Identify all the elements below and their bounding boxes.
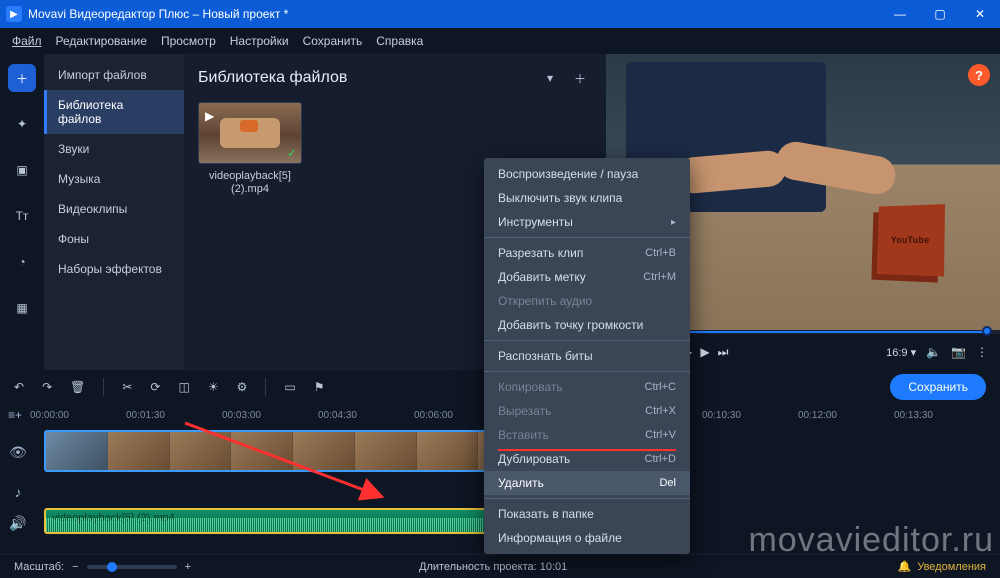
sidenav-import[interactable]: Импорт файлов bbox=[44, 60, 184, 90]
rail-filters-icon[interactable]: ✦ bbox=[8, 110, 36, 138]
sidenav-backgrounds[interactable]: Фоны bbox=[44, 224, 184, 254]
ctx-play-pause[interactable]: Воспроизведение / пауза bbox=[484, 162, 690, 186]
rail-titles-icon[interactable]: Tᴛ bbox=[8, 202, 36, 230]
media-thumbnail[interactable]: ▶ videoplayback[5] (2).mp4 bbox=[198, 102, 302, 196]
add-media-icon[interactable]: ＋ bbox=[568, 66, 592, 90]
annotation-underline bbox=[498, 449, 676, 451]
ctx-detach-audio: Открепить аудио bbox=[484, 289, 690, 313]
scale-label: Масштаб: bbox=[14, 561, 64, 573]
watermark-text: movavieditor.ru bbox=[748, 521, 994, 560]
video-track-icon[interactable]: 👁 bbox=[0, 426, 36, 478]
rail-import-icon[interactable]: ＋ bbox=[8, 64, 36, 92]
thumbnail-caption-l2: (2).mp4 bbox=[198, 183, 302, 196]
window-title: Movavi Видеоредактор Плюс – Новый проект… bbox=[28, 7, 288, 21]
color-icon[interactable]: ☀ bbox=[208, 380, 219, 394]
linked-audio-track-icon[interactable]: ♪ bbox=[0, 478, 36, 506]
ctx-copy: КопироватьCtrl+C bbox=[484, 375, 690, 399]
add-track-icon[interactable]: ≡+ bbox=[0, 404, 30, 426]
help-button[interactable]: ? bbox=[968, 64, 990, 86]
redo-icon[interactable]: ↷ bbox=[42, 380, 52, 394]
thumbnail-caption-l1: videoplayback[5] bbox=[198, 170, 302, 183]
ctx-tools[interactable]: Инструменты▸ bbox=[484, 210, 690, 234]
ctx-delete[interactable]: УдалитьDel bbox=[484, 471, 690, 495]
window-minimize-button[interactable]: — bbox=[880, 0, 920, 28]
ctx-paste: ВставитьCtrl+V bbox=[484, 423, 690, 447]
preview-cube: YouTube bbox=[877, 204, 945, 276]
ctx-cut: ВырезатьCtrl+X bbox=[484, 399, 690, 423]
duration-label: Длительность проекта: bbox=[419, 561, 537, 573]
zoom-slider[interactable] bbox=[87, 565, 177, 569]
snapshot-icon[interactable]: 📷 bbox=[951, 345, 966, 359]
window-maximize-button[interactable]: ▢ bbox=[920, 0, 960, 28]
menu-save[interactable]: Сохранить bbox=[303, 34, 363, 48]
preview-more-icon[interactable]: ⋮ bbox=[976, 345, 988, 359]
thumbnail-play-icon: ▶ bbox=[205, 109, 214, 123]
step-fwd-icon[interactable]: ▶ bbox=[700, 345, 709, 359]
menu-view[interactable]: Просмотр bbox=[161, 34, 216, 48]
filter-icon[interactable]: ▾ bbox=[538, 66, 562, 90]
rail-stickers-icon[interactable]: ◔ bbox=[8, 248, 36, 276]
adjust-icon[interactable]: ⚙ bbox=[237, 380, 248, 394]
chevron-right-icon: ▸ bbox=[671, 217, 676, 228]
ctx-detect-beats[interactable]: Распознать биты bbox=[484, 344, 690, 368]
notifications-button[interactable]: 🔔Уведомления bbox=[898, 560, 986, 573]
rail-transitions-icon[interactable]: ▣ bbox=[8, 156, 36, 184]
ctx-add-vol-point[interactable]: Добавить точку громкости bbox=[484, 313, 690, 337]
ctx-show-in-folder[interactable]: Показать в папке bbox=[484, 502, 690, 526]
delete-icon[interactable]: 🗑 bbox=[70, 380, 85, 394]
cut-icon[interactable]: ✂ bbox=[122, 380, 132, 394]
sidenav-effectsets[interactable]: Наборы эффектов bbox=[44, 254, 184, 284]
window-close-button[interactable]: ✕ bbox=[960, 0, 1000, 28]
menu-help[interactable]: Справка bbox=[376, 34, 423, 48]
save-button[interactable]: Сохранить bbox=[890, 374, 986, 400]
sidenav-music[interactable]: Музыка bbox=[44, 164, 184, 194]
rotate-icon[interactable]: ⟳ bbox=[150, 380, 160, 394]
audio-track-icon[interactable]: 🔊 bbox=[0, 506, 36, 540]
library-title: Библиотека файлов bbox=[198, 69, 347, 87]
menu-file[interactable]: Файл bbox=[12, 34, 42, 48]
menu-edit[interactable]: Редактирование bbox=[56, 34, 147, 48]
crop-icon[interactable]: ◫ bbox=[178, 380, 189, 394]
app-logo-icon: ▶ bbox=[6, 6, 22, 22]
side-nav: Импорт файлов Библиотека файлов Звуки Му… bbox=[44, 54, 184, 370]
volume-icon[interactable]: 🔈 bbox=[926, 345, 941, 359]
ctx-split[interactable]: Разрезать клипCtrl+B bbox=[484, 241, 690, 265]
menu-bar: Файл Редактирование Просмотр Настройки С… bbox=[0, 28, 1000, 54]
bell-icon: 🔔 bbox=[898, 560, 912, 573]
duration-value: 10:01 bbox=[540, 561, 568, 573]
ctx-add-marker[interactable]: Добавить меткуCtrl+M bbox=[484, 265, 690, 289]
context-menu: Воспроизведение / пауза Выключить звук к… bbox=[484, 158, 690, 554]
undo-icon[interactable]: ↶ bbox=[14, 380, 24, 394]
rail-more-icon[interactable]: ▦ bbox=[8, 294, 36, 322]
transition-wizard-icon[interactable]: ▭ bbox=[284, 380, 295, 394]
aspect-ratio[interactable]: 16:9 ▾ bbox=[886, 346, 916, 359]
zoom-in-button[interactable]: + bbox=[185, 561, 191, 573]
sidenav-library[interactable]: Библиотека файлов bbox=[44, 90, 184, 134]
next-clip-icon[interactable]: ⏭ bbox=[718, 345, 729, 360]
left-rail: ＋ ✦ ▣ Tᴛ ◔ ▦ bbox=[0, 54, 44, 370]
sidenav-videoclips[interactable]: Видеоклипы bbox=[44, 194, 184, 224]
window-titlebar: ▶ Movavi Видеоредактор Плюс – Новый прое… bbox=[0, 0, 1000, 28]
menu-settings[interactable]: Настройки bbox=[230, 34, 289, 48]
sidenav-sounds[interactable]: Звуки bbox=[44, 134, 184, 164]
zoom-out-button[interactable]: − bbox=[72, 561, 78, 573]
marker-icon[interactable]: ⚑ bbox=[314, 380, 325, 394]
ctx-file-info[interactable]: Информация о файле bbox=[484, 526, 690, 550]
ctx-mute-clip[interactable]: Выключить звук клипа bbox=[484, 186, 690, 210]
